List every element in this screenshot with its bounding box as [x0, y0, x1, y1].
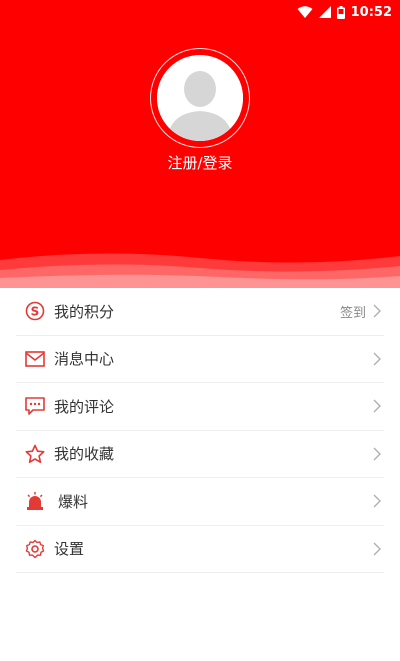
chevron-right-icon — [373, 542, 381, 556]
checkin-label[interactable]: 签到 — [340, 302, 366, 321]
comment-icon — [24, 395, 46, 417]
chevron-right-icon — [373, 352, 381, 366]
menu-item-messages[interactable]: 消息中心 — [16, 336, 384, 383]
header-wave — [0, 253, 400, 288]
menu-item-points[interactable]: S 我的积分 签到 — [16, 288, 384, 336]
menu-item-label: 设置 — [54, 540, 85, 559]
battery-icon — [336, 5, 345, 19]
signal-icon — [318, 6, 331, 18]
menu-item-label: 我的积分 — [54, 302, 115, 321]
menu-item-label: 消息中心 — [54, 350, 115, 369]
alarm-light-icon — [24, 490, 46, 512]
wifi-icon — [297, 5, 313, 19]
star-icon — [24, 443, 46, 465]
menu-item-label: 我的收藏 — [54, 445, 115, 464]
menu-item-label: 我的评论 — [54, 397, 115, 416]
menu-item-settings[interactable]: 设置 — [16, 526, 384, 573]
avatar-button[interactable] — [150, 48, 250, 148]
menu-item-comments[interactable]: 我的评论 — [16, 383, 384, 431]
chevron-right-icon — [373, 447, 381, 461]
chevron-right-icon — [373, 304, 381, 318]
profile-header: 10:52 注册/登录 — [0, 0, 400, 288]
default-avatar-icon — [157, 55, 243, 141]
chevron-right-icon — [373, 494, 381, 508]
gear-icon — [24, 538, 46, 560]
profile-menu: S 我的积分 签到 消息中心 我的评论 我的收藏 爆料 设置 — [0, 288, 400, 573]
points-icon: S — [24, 300, 46, 322]
menu-item-label: 爆料 — [58, 492, 89, 511]
status-time: 10:52 — [350, 4, 392, 20]
menu-item-tipoff[interactable]: 爆料 — [16, 478, 384, 526]
mail-icon — [24, 348, 46, 370]
svg-text:S: S — [31, 305, 40, 319]
menu-item-favorites[interactable]: 我的收藏 — [16, 431, 384, 478]
login-register-link[interactable]: 注册/登录 — [0, 152, 400, 173]
status-bar: 10:52 — [0, 0, 400, 24]
chevron-right-icon — [373, 399, 381, 413]
